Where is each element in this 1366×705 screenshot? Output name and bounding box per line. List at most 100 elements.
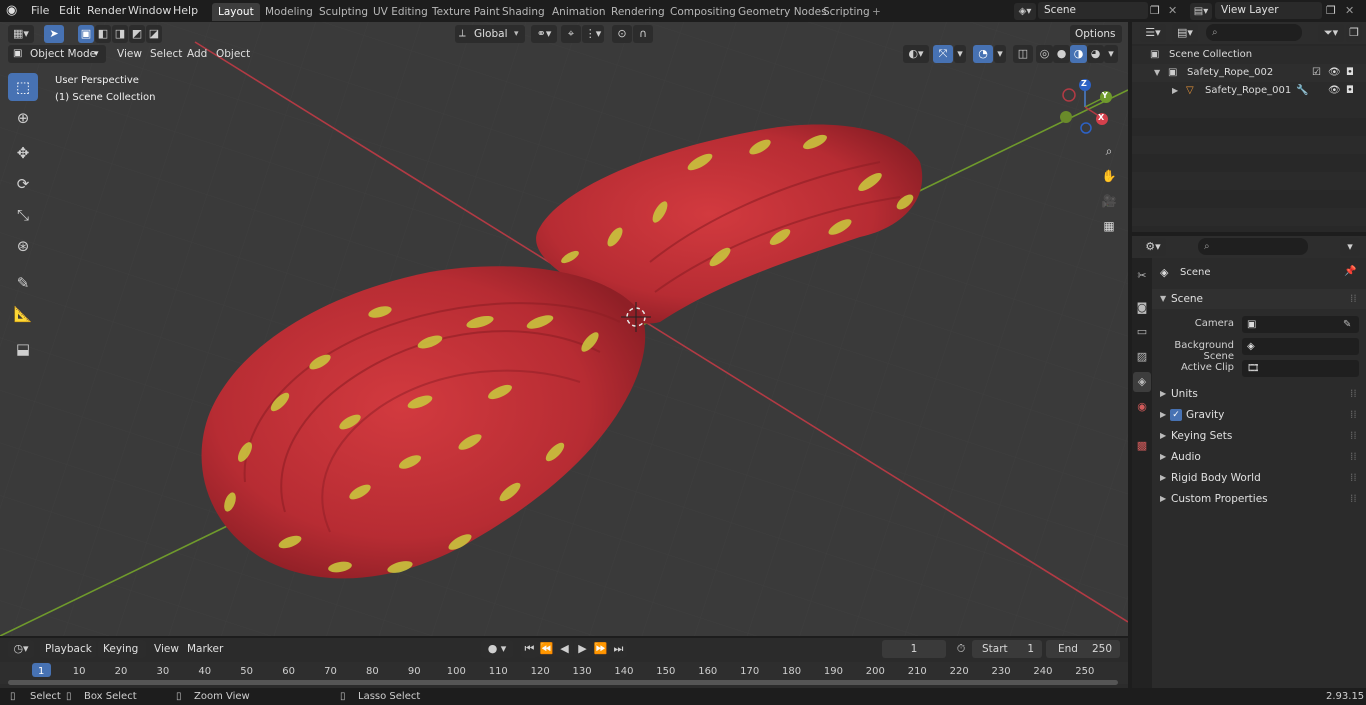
drag-handle-icon[interactable]: ⁞⁞ bbox=[1350, 384, 1357, 404]
drag-handle-icon[interactable]: ⁞⁞ bbox=[1350, 405, 1357, 425]
menu-view[interactable]: View bbox=[117, 45, 142, 63]
background-scene-field[interactable]: ◈ bbox=[1242, 338, 1359, 355]
rotate-tool-icon[interactable]: ⟳ bbox=[8, 170, 38, 198]
marker-menu[interactable]: Marker bbox=[187, 640, 223, 658]
tab-layout[interactable]: Layout bbox=[212, 3, 260, 21]
current-frame-field[interactable]: 1 bbox=[882, 640, 946, 658]
checkbox-icon[interactable]: ☑ bbox=[1312, 64, 1321, 82]
timeline-editor-type-icon[interactable]: ◷▾ bbox=[8, 640, 34, 658]
panel-keying-sets-header[interactable]: ▶ Keying Sets ⁞⁞ bbox=[1152, 426, 1366, 446]
move-tool-icon[interactable]: ✥ bbox=[8, 139, 38, 167]
menu-render[interactable]: Render bbox=[87, 3, 126, 19]
transform-orientation-dropdown[interactable]: ⟂ Global ▾ bbox=[455, 25, 525, 43]
start-frame-field[interactable]: Start 1 bbox=[972, 640, 1042, 658]
eye-icon[interactable]: 👁 bbox=[1328, 64, 1341, 82]
tab-rendering[interactable]: Rendering bbox=[605, 3, 671, 21]
menu-window[interactable]: Window bbox=[128, 3, 171, 19]
visibility-icon[interactable]: ◐▾ bbox=[903, 45, 929, 63]
tab-texture-paint[interactable]: Texture Paint bbox=[426, 3, 506, 21]
proportional-falloff-icon[interactable]: ∩ bbox=[633, 25, 653, 43]
display-mode-icon[interactable]: ▤▾ bbox=[1172, 24, 1198, 42]
jump-keyframe-back-icon[interactable]: ⏪ bbox=[538, 640, 555, 658]
panel-rigid-body-world-header[interactable]: ▶ Rigid Body World ⁞⁞ bbox=[1152, 468, 1366, 488]
camera-icon[interactable]: ◘ bbox=[1346, 82, 1354, 100]
tab-sculpting[interactable]: Sculpting bbox=[313, 3, 374, 21]
view-layer-tab-icon[interactable]: ▨ bbox=[1133, 347, 1151, 367]
tab-compositing[interactable]: Compositing bbox=[664, 3, 742, 21]
select-invert-icon[interactable]: ◩ bbox=[129, 25, 145, 43]
jump-keyframe-forward-icon[interactable]: ⏩ bbox=[592, 640, 609, 658]
add-cube-tool-icon[interactable]: ⬓ bbox=[8, 335, 38, 363]
drag-handle-icon[interactable]: ⁞⁞ bbox=[1350, 447, 1357, 467]
perspective-grid-icon[interactable]: ▦ bbox=[1098, 215, 1120, 237]
snap-toggle-icon[interactable]: ⌖ bbox=[561, 25, 581, 43]
outliner-editor-type-icon[interactable]: ☰▾ bbox=[1140, 24, 1166, 42]
new-view-layer-icon[interactable]: ❐ bbox=[1326, 3, 1340, 18]
panel-gravity-header[interactable]: ▶ ✓ Gravity ⁞⁞ bbox=[1152, 405, 1366, 425]
select-intersect-icon[interactable]: ◪ bbox=[146, 25, 162, 43]
outliner-row-safety-rope-002[interactable]: ▼ ▣ Safety_Rope_002 ☑ 👁 ◘ bbox=[1132, 64, 1366, 82]
transform-tool-icon[interactable]: ⊛ bbox=[8, 232, 38, 260]
annotate-tool-icon[interactable]: ✎ bbox=[8, 269, 38, 297]
panel-scene-header[interactable]: ▼ Scene ⁞⁞ bbox=[1152, 289, 1366, 309]
drag-handle-icon[interactable]: ⁞⁞ bbox=[1350, 426, 1357, 446]
menu-add[interactable]: Add bbox=[187, 45, 207, 63]
shading-dropdown-icon[interactable]: ▾ bbox=[1104, 45, 1118, 63]
select-subtract-icon[interactable]: ◨ bbox=[112, 25, 128, 43]
add-workspace-button[interactable]: + bbox=[866, 3, 887, 21]
solid-shading-icon[interactable]: ● bbox=[1053, 45, 1070, 63]
object-mode-dropdown[interactable]: ▣ Object Mode ▾ bbox=[8, 45, 106, 63]
xray-toggle-icon[interactable]: ◫ bbox=[1013, 45, 1033, 63]
measure-tool-icon[interactable]: 📐 bbox=[8, 300, 38, 328]
options-dropdown[interactable]: Options ▾ bbox=[1070, 25, 1122, 58]
properties-editor-type-icon[interactable]: ⚙▾ bbox=[1140, 238, 1166, 256]
tab-animation[interactable]: Animation bbox=[546, 3, 612, 21]
gizmo-dropdown-icon[interactable]: ▾ bbox=[954, 45, 966, 63]
menu-help[interactable]: Help bbox=[173, 3, 198, 19]
delete-scene-icon[interactable]: ✕ bbox=[1168, 3, 1180, 18]
new-collection-icon[interactable]: ❐ bbox=[1346, 24, 1362, 42]
timeline-view-menu[interactable]: View bbox=[154, 640, 179, 658]
editor-type-icon[interactable]: ▦▾ bbox=[8, 25, 34, 43]
panel-audio-header[interactable]: ▶ Audio ⁞⁞ bbox=[1152, 447, 1366, 467]
record-icon[interactable]: ● ▾ bbox=[481, 640, 513, 658]
modifier-wrench-icon[interactable]: 🔧 bbox=[1296, 82, 1308, 100]
outliner-row-safety-rope-001[interactable]: ▶ ▽ Safety_Rope_001 🔧 👁 ◘ bbox=[1132, 82, 1366, 100]
end-frame-field[interactable]: End 250 bbox=[1046, 640, 1120, 658]
filter-icon[interactable]: ⏷▾ bbox=[1318, 24, 1344, 42]
view-layer-field[interactable]: View Layer bbox=[1215, 2, 1322, 19]
camera-field[interactable]: ▣ ✎ bbox=[1242, 316, 1359, 333]
pivot-point-icon[interactable]: ⚭▾ bbox=[531, 25, 557, 43]
texture-tab-icon[interactable]: ▩ bbox=[1133, 436, 1151, 456]
select-new-icon[interactable]: ▣ bbox=[78, 25, 94, 43]
menu-file[interactable]: File bbox=[31, 3, 49, 19]
play-icon[interactable]: ▶ bbox=[574, 640, 591, 658]
pan-hand-icon[interactable]: ✋ bbox=[1098, 165, 1120, 187]
blender-logo-icon[interactable]: ◉ bbox=[6, 3, 22, 19]
render-tab-icon[interactable]: ◙ bbox=[1133, 298, 1151, 318]
jump-start-icon[interactable]: ⏮ bbox=[521, 640, 538, 658]
rendered-shading-icon[interactable]: ◕ bbox=[1087, 45, 1104, 63]
camera-view-icon[interactable]: 🎥 bbox=[1098, 190, 1120, 212]
tab-shading[interactable]: Shading bbox=[496, 3, 551, 21]
view-layer-selector-icon[interactable]: ▤▾ bbox=[1190, 3, 1212, 20]
menu-object[interactable]: Object bbox=[216, 45, 250, 63]
camera-icon[interactable]: ◘ bbox=[1346, 64, 1354, 82]
delete-view-layer-icon[interactable]: ✕ bbox=[1345, 3, 1357, 18]
output-tab-icon[interactable]: ▭ bbox=[1133, 322, 1151, 342]
keying-menu[interactable]: Keying ▾ bbox=[98, 640, 146, 673]
drag-handle-icon[interactable]: ⁞⁞ bbox=[1350, 489, 1357, 509]
pin-icon[interactable]: 📌 bbox=[1344, 266, 1356, 277]
wireframe-shading-icon[interactable]: ◎ bbox=[1036, 45, 1053, 63]
tab-modeling[interactable]: Modeling bbox=[259, 3, 319, 21]
active-clip-field[interactable]: 🎞 bbox=[1242, 360, 1359, 377]
tab-uv-editing[interactable]: UV Editing bbox=[367, 3, 434, 21]
properties-search-input[interactable]: ⌕ bbox=[1198, 238, 1308, 255]
timeline-scrollbar[interactable] bbox=[8, 680, 1118, 685]
properties-options-icon[interactable]: ▾ bbox=[1340, 238, 1360, 256]
overlay-dropdown-icon[interactable]: ▾ bbox=[994, 45, 1006, 63]
snap-target-icon[interactable]: ⋮▾ bbox=[582, 25, 604, 43]
tweak-tool-icon[interactable]: ➤ bbox=[44, 25, 64, 43]
scene-selector-icon[interactable]: ◈▾ bbox=[1014, 3, 1036, 20]
eyedropper-icon[interactable]: ✎ bbox=[1343, 316, 1351, 333]
